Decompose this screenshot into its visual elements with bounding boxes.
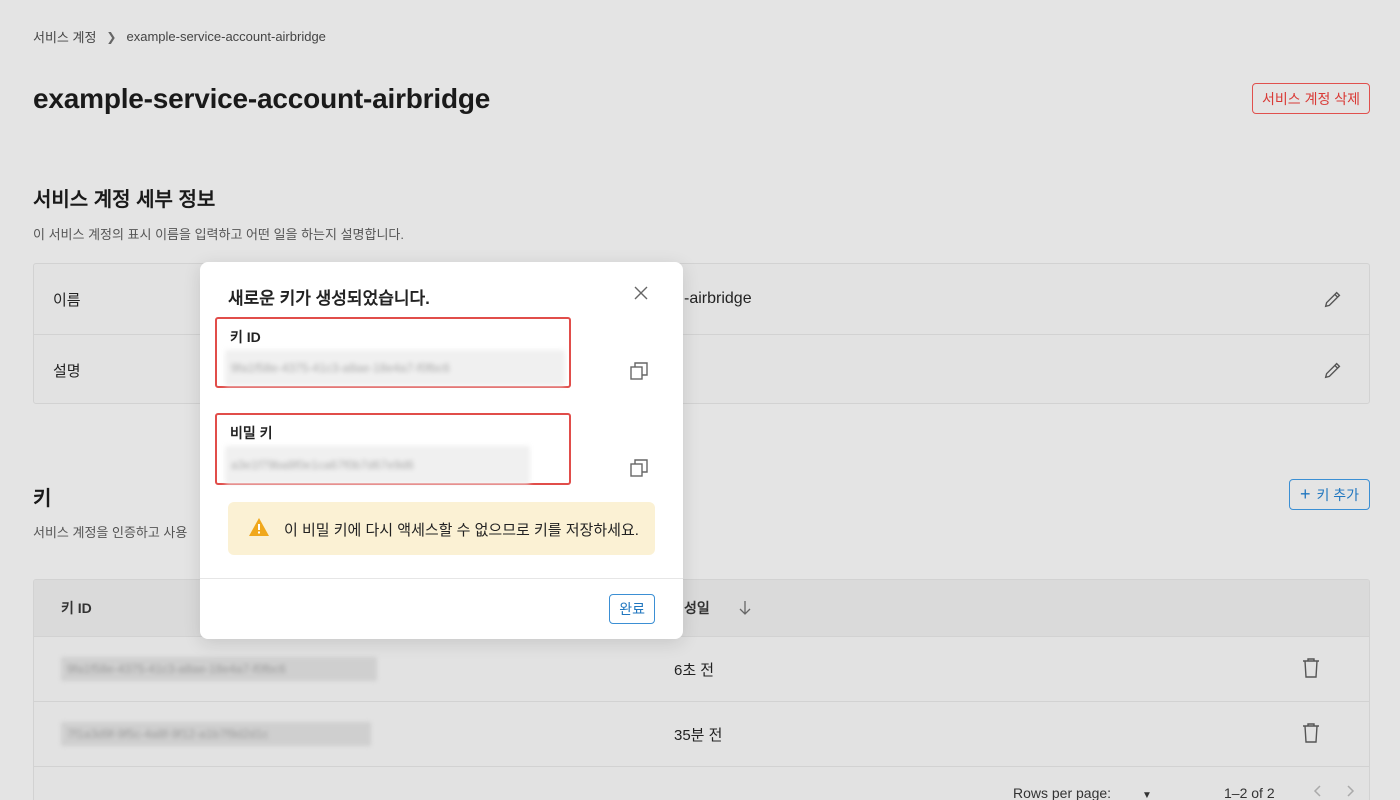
secret-key-label: 비밀 키 <box>230 425 273 441</box>
breadcrumb-parent[interactable]: 서비스 계정 <box>33 27 96 46</box>
copy-icon[interactable] <box>628 457 650 479</box>
warning-text: 이 비밀 키에 다시 액세스할 수 없으므로 키를 저장하세요. <box>284 522 639 539</box>
done-button[interactable]: 완료 <box>609 594 655 624</box>
rows-per-page-select[interactable]: 10 ▼ <box>1142 785 1152 800</box>
keys-section-title: 키 <box>33 488 52 510</box>
secret-key-field: 비밀 키 a3e1f79ba8f0e1ca67f0b7d67e9d6 <box>215 413 571 485</box>
pencil-icon[interactable] <box>1322 359 1344 381</box>
rows-per-page-label: Rows per page: <box>1013 785 1112 800</box>
table-row: 9fa1f58e-4375-41c3-a8ae-18e4a7-f0fbc6 6초… <box>34 636 1369 701</box>
sort-down-icon[interactable] <box>738 600 752 616</box>
created-cell: 35분 전 <box>674 727 723 744</box>
key-id-label: 키 ID <box>230 329 261 345</box>
chevron-left-icon[interactable] <box>1311 783 1325 799</box>
breadcrumb-current: example-service-account-airbridge <box>126 29 326 44</box>
details-section-title: 서비스 계정 세부 정보 <box>33 189 216 211</box>
key-id-cell: 9fa1f58e-4375-41c3-a8ae-18e4a7-f0fbc6 <box>61 657 377 681</box>
add-key-button[interactable]: + 키 추가 <box>1288 479 1370 510</box>
chevron-right-icon[interactable] <box>1343 783 1357 799</box>
key-id-value[interactable]: 9fa1f58e-4375-41c3-a8ae-18e4a7-f0fbc6 <box>225 350 565 386</box>
details-section-description: 이 서비스 계정의 표시 이름을 입력하고 어떤 일을 하는지 설명합니다. <box>33 227 404 242</box>
delete-service-account-button[interactable]: 서비스 계정 삭제 <box>1252 83 1370 114</box>
detail-label: 설명 <box>53 362 81 380</box>
key-id-field: 키 ID 9fa1f58e-4375-41c3-a8ae-18e4a7-f0fb… <box>215 317 571 388</box>
caret-down-icon: ▼ <box>1142 790 1152 800</box>
trash-icon[interactable] <box>1301 722 1321 744</box>
pencil-icon[interactable] <box>1322 288 1344 310</box>
new-key-modal: 새로운 키가 생성되었습니다. 키 ID 9fa1f58e-4375-41c3-… <box>200 262 683 639</box>
page-title: example-service-account-airbridge <box>33 83 491 114</box>
add-key-label: 키 추가 <box>1316 486 1359 503</box>
save-warning-banner: 이 비밀 키에 다시 액세스할 수 없으므로 키를 저장하세요. <box>228 502 655 555</box>
table-pagination: Rows per page: 10 ▼ 1–2 of 2 <box>34 766 1369 800</box>
detail-value: -airbridge <box>684 290 752 307</box>
modal-divider <box>200 578 683 579</box>
plus-icon: + <box>1299 483 1311 504</box>
chevron-right-icon: ❯ <box>106 29 117 44</box>
breadcrumb: 서비스 계정 ❯ example-service-account-airbrid… <box>33 27 326 46</box>
pagination-range: 1–2 of 2 <box>1224 785 1275 800</box>
warning-icon <box>249 518 269 536</box>
copy-icon[interactable] <box>628 360 650 382</box>
modal-title: 새로운 키가 생성되었습니다. <box>228 289 430 308</box>
detail-label: 이름 <box>53 291 81 309</box>
key-id-cell: 7f1a3d9f-9f5c-4a8f-9f12-a1b7f9d2d1c <box>61 722 371 746</box>
close-icon[interactable] <box>633 285 649 301</box>
column-header-created[interactable]: 성일 <box>684 598 710 618</box>
keys-section-description: 서비스 계정을 인증하고 사용 <box>33 525 188 540</box>
secret-key-value[interactable]: a3e1f79ba8f0e1ca67f0b7d67e9d6 <box>225 446 530 484</box>
table-row: 7f1a3d9f-9f5c-4a8f-9f12-a1b7f9d2d1c 35분 … <box>34 701 1369 766</box>
trash-icon[interactable] <box>1301 657 1321 679</box>
created-cell: 6초 전 <box>674 662 715 679</box>
column-header-key-id: 키 ID <box>61 600 92 616</box>
